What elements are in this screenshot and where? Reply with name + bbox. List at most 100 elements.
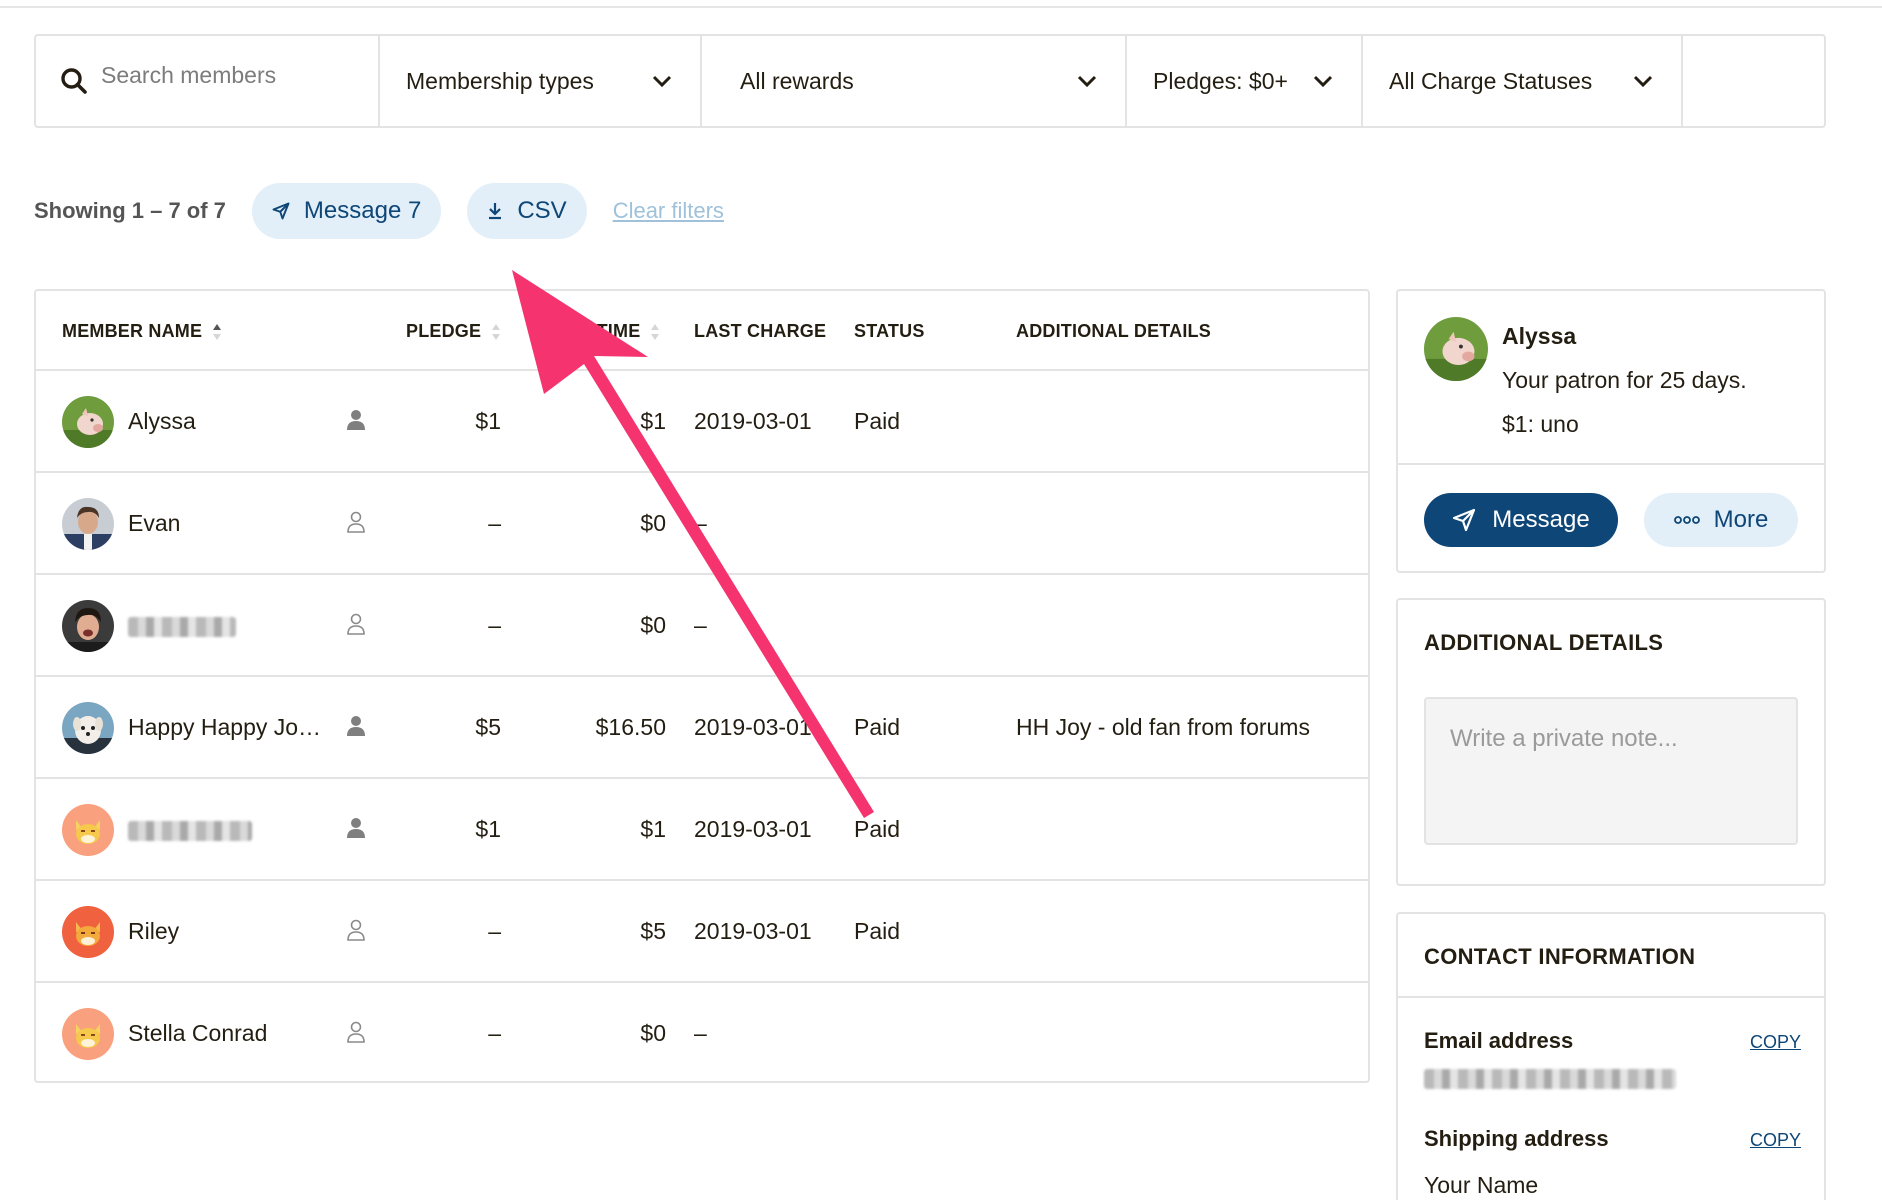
avatar (62, 804, 114, 856)
table-row[interactable]: Riley – $5 2019-03-01 Paid (36, 881, 1368, 983)
copy-email-link[interactable]: COPY (1750, 1032, 1801, 1053)
avatar (62, 396, 114, 448)
pledges-label: Pledges: $0+ (1153, 67, 1288, 94)
avatar (62, 498, 114, 550)
more-dots-icon (1673, 516, 1700, 524)
lifetime-amount: $0 (640, 1020, 666, 1046)
man-avatar-icon (62, 498, 114, 550)
charge-status-select[interactable]: All Charge Statuses (1363, 36, 1683, 126)
piglet-avatar-icon (1424, 317, 1488, 381)
last-charge-date: 2019-03-01 (694, 408, 812, 434)
patron-duration: Your patron for 25 days. (1502, 367, 1747, 393)
contact-information-header: CONTACT INFORMATION (1398, 914, 1824, 998)
pledges-select[interactable]: Pledges: $0+ (1127, 36, 1363, 126)
avatar (62, 906, 114, 958)
email-label: Email address (1424, 1028, 1574, 1053)
charge-status: Paid (854, 816, 901, 842)
piglet-avatar-icon (62, 396, 114, 448)
more-actions-button[interactable]: More (1644, 493, 1798, 547)
table-row[interactable]: $1 $1 2019-03-01 Paid (36, 779, 1368, 881)
member-name-header-label: MEMBER NAME (62, 321, 203, 341)
table-row[interactable]: Stella Conrad – $0 – (36, 983, 1368, 1081)
table-header: MEMBER NAME PLEDGE IFETIME LAST CHARGE S… (36, 291, 1368, 371)
message-member-button[interactable]: Message (1424, 493, 1618, 547)
person-outline-icon (347, 613, 365, 635)
pledge-amount: $1 (475, 816, 501, 842)
copy-shipping-link[interactable]: COPY (1750, 1130, 1801, 1151)
search-icon (61, 68, 87, 94)
message-all-button[interactable]: Message 7 (251, 183, 442, 239)
member-name: Alyssa (1502, 323, 1577, 349)
table-row[interactable]: Evan – $0 – (36, 473, 1368, 575)
shipping-address-label: Shipping address (1424, 1126, 1609, 1151)
column-header-lifetime[interactable]: IFETIME (568, 321, 660, 342)
chevron-down-icon (1077, 75, 1097, 88)
member-summary-header: Alyssa Your patron for 25 days. $1: uno (1398, 291, 1824, 465)
member-name-redacted[interactable] (128, 816, 252, 843)
pledge-amount: – (488, 918, 501, 944)
results-count: Showing 1 – 7 of 7 (34, 198, 226, 223)
lifetime-header-label: IFETIME (568, 321, 641, 341)
person-filled-icon (347, 818, 365, 838)
rewards-select[interactable]: All rewards (702, 36, 1127, 126)
column-header-pledge[interactable]: PLEDGE (406, 321, 501, 342)
member-name[interactable]: Alyssa (128, 408, 196, 435)
top-divider (0, 6, 1882, 8)
private-note-input[interactable]: Write a private note... (1424, 697, 1798, 845)
csv-download-button[interactable]: CSV (467, 183, 587, 239)
pledge-amount: $1 (475, 408, 501, 434)
pledge-amount: $5 (475, 714, 501, 740)
last-charge-date: 2019-03-01 (694, 918, 812, 944)
charge-status: Paid (854, 714, 901, 740)
cat-default-avatar-icon (62, 1008, 114, 1060)
column-header-member-name[interactable]: MEMBER NAME (62, 321, 222, 342)
more-actions-label: More (1713, 506, 1769, 533)
clear-filters-link[interactable]: Clear filters (613, 198, 724, 224)
pledge-amount: – (488, 510, 501, 536)
member-name[interactable]: Happy Happy Jo… (128, 714, 321, 741)
last-charge-date: – (694, 612, 707, 638)
chevron-down-icon (1313, 75, 1333, 88)
search-box[interactable]: Search members (36, 36, 380, 126)
table-row[interactable]: Alyssa $1 $1 2019-03-01 Paid (36, 371, 1368, 473)
pledge-amount: – (488, 1020, 501, 1046)
last-charge-date: 2019-03-01 (694, 816, 812, 842)
laughing-man-avatar-icon (62, 600, 114, 652)
message-all-label: Message 7 (303, 197, 422, 224)
message-member-label: Message (1492, 506, 1590, 533)
rewards-label: All rewards (740, 67, 854, 94)
column-header-last-charge[interactable]: LAST CHARGE (694, 321, 826, 342)
sort-icon (651, 323, 660, 340)
charge-status: Paid (854, 918, 901, 944)
contact-information-title: CONTACT INFORMATION (1424, 944, 1696, 969)
cat-default-avatar-icon (62, 906, 114, 958)
column-header-status[interactable]: STATUS (854, 321, 925, 342)
member-name[interactable]: Stella Conrad (128, 1020, 267, 1047)
membership-types-select[interactable]: Membership types (380, 36, 702, 126)
lifetime-amount: $0 (640, 612, 666, 638)
lifetime-amount: $16.50 (595, 714, 666, 740)
column-header-additional-details: ADDITIONAL DETAILS (1016, 321, 1211, 341)
results-toolbar: Showing 1 – 7 of 7 Message 7 CSV Clear f… (34, 183, 724, 239)
lifetime-amount: $5 (640, 918, 666, 944)
avatar (62, 1008, 114, 1060)
table-row[interactable]: Happy Happy Jo… $5 $16.50 2019-03-01 Pai… (36, 677, 1368, 779)
person-outline-icon (347, 511, 365, 533)
member-name-redacted[interactable] (128, 612, 236, 639)
member-summary-panel: Alyssa Your patron for 25 days. $1: uno … (1396, 289, 1826, 573)
shipping-name: Your Name (1424, 1172, 1539, 1198)
additional-details: HH Joy - old fan from forums (1016, 714, 1310, 740)
member-name[interactable]: Evan (128, 510, 180, 537)
additional-details-panel: ADDITIONAL DETAILS Write a private note.… (1396, 598, 1826, 886)
pledge-header-label: PLEDGE (406, 321, 482, 341)
email-value-redacted (1424, 1064, 1676, 1091)
charge-status-label: All Charge Statuses (1389, 67, 1593, 94)
member-name[interactable]: Riley (128, 918, 179, 945)
search-input[interactable]: Search members (101, 62, 276, 89)
table-row[interactable]: – $0 – (36, 575, 1368, 677)
puppy-avatar-icon (62, 702, 114, 754)
avatar (1424, 317, 1488, 381)
sort-icon (492, 323, 501, 340)
lifetime-amount: $0 (640, 510, 666, 536)
cat-default-avatar-icon (62, 804, 114, 856)
